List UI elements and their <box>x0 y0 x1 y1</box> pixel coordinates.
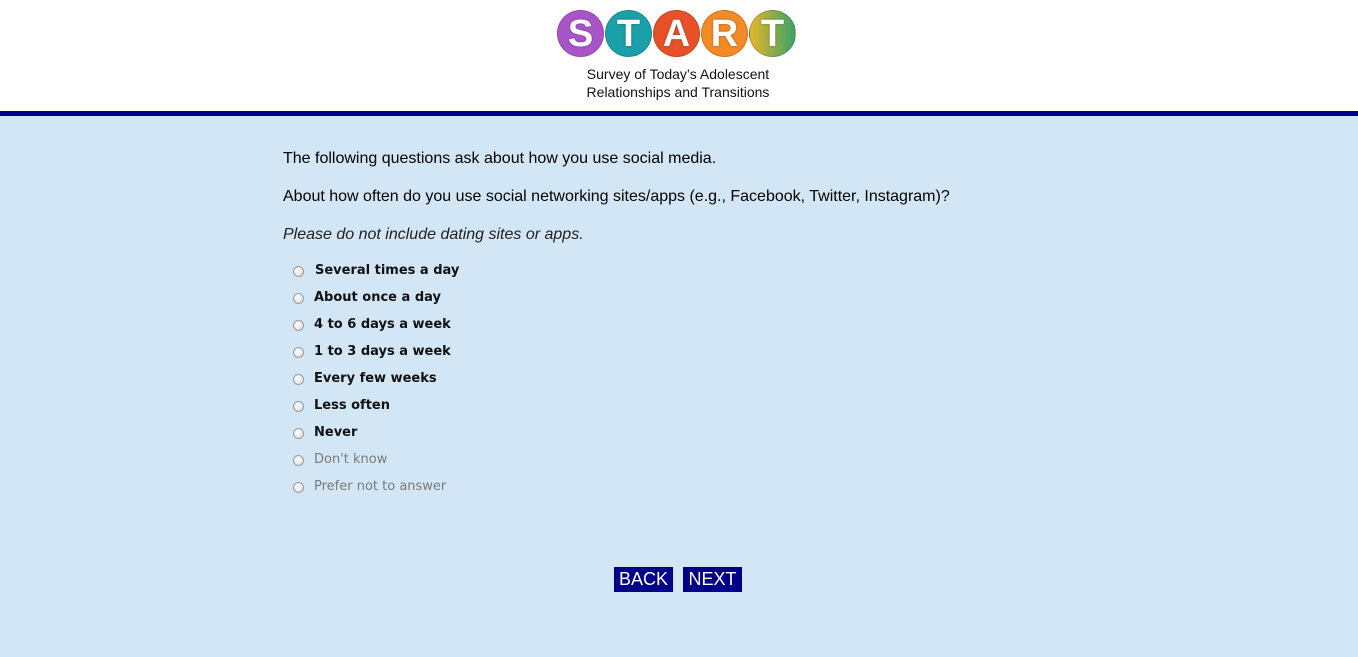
option-label: 4 to 6 days a week <box>314 317 451 332</box>
logo-letter-s: S <box>557 10 604 57</box>
next-button[interactable]: NEXT <box>683 567 742 592</box>
logo-tagline: Survey of Today’s Adolescent Relationshi… <box>557 65 799 101</box>
radio-button[interactable] <box>293 374 304 385</box>
tagline-line-1: Survey of Today’s Adolescent <box>586 66 770 82</box>
header-divider <box>0 111 1358 116</box>
option-label: Don't know <box>314 452 388 467</box>
option-label: Several times a day <box>315 263 460 278</box>
radio-button[interactable] <box>293 428 304 439</box>
option-dont-know[interactable]: Don't know <box>293 451 593 471</box>
question-instruction: Please do not include dating sites or ap… <box>283 226 584 243</box>
option-label: Less often <box>314 398 390 413</box>
option-1-to-3-days[interactable]: 1 to 3 days a week <box>293 343 593 363</box>
radio-button[interactable] <box>293 347 304 358</box>
option-less-often[interactable]: Less often <box>293 397 593 417</box>
radio-button[interactable] <box>293 482 304 493</box>
radio-button[interactable] <box>293 266 304 277</box>
option-prefer-not-to-answer[interactable]: Prefer not to answer <box>293 478 593 498</box>
option-every-few-weeks[interactable]: Every few weeks <box>293 370 593 390</box>
back-button[interactable]: BACK <box>614 567 673 592</box>
radio-button[interactable] <box>293 320 304 331</box>
start-logo: S T A R T Survey of Today’s Adolescent R… <box>557 10 799 100</box>
radio-button[interactable] <box>293 293 304 304</box>
logo-letter-r: R <box>701 10 748 57</box>
radio-button[interactable] <box>293 401 304 412</box>
logo-letters: S T A R T <box>557 10 799 59</box>
logo-letter-a: A <box>653 10 700 57</box>
logo-letter-t: T <box>605 10 652 57</box>
page-header: S T A R T Survey of Today’s Adolescent R… <box>0 0 1358 111</box>
option-4-to-6-days[interactable]: 4 to 6 days a week <box>293 316 593 336</box>
option-label: About once a day <box>314 290 441 305</box>
option-several-times-a-day[interactable]: Several times a day <box>293 262 593 282</box>
option-about-once-a-day[interactable]: About once a day <box>293 289 593 309</box>
question-text: About how often do you use social networ… <box>283 188 950 205</box>
option-never[interactable]: Never <box>293 424 593 444</box>
option-label: Never <box>314 425 358 440</box>
option-label: Every few weeks <box>314 371 437 386</box>
radio-button[interactable] <box>293 455 304 466</box>
section-intro: The following questions ask about how yo… <box>283 150 717 167</box>
tagline-line-2: Relationships and Transitions <box>586 84 770 100</box>
logo-letter-t2: T <box>749 10 796 57</box>
option-label: 1 to 3 days a week <box>314 344 451 359</box>
option-label: Prefer not to answer <box>314 479 447 494</box>
